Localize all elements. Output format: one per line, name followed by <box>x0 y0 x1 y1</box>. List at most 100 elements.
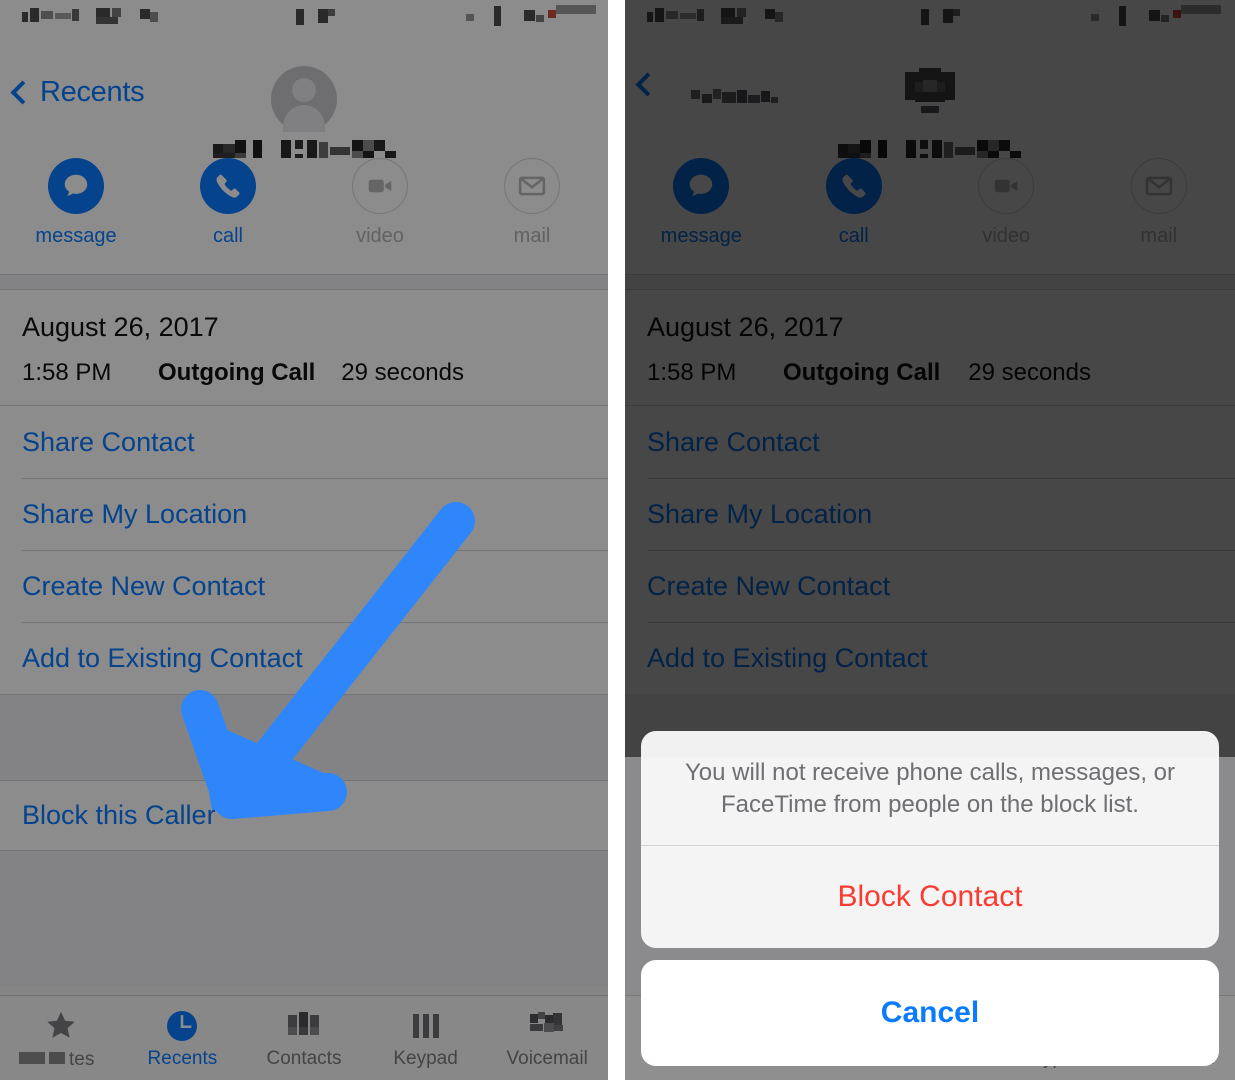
list-item-label: Share My Location <box>22 498 248 529</box>
tab-voicemail[interactable]: Voicemail <box>486 996 608 1080</box>
call-detail-section-right: August 26, 2017 1:58 PM Outgoing Call 29… <box>625 290 1235 405</box>
tab-favorites[interactable]: tes <box>0 996 122 1080</box>
block-this-caller-label: Block this Caller <box>22 800 216 830</box>
quick-action-video-label: video <box>356 225 404 247</box>
list-item-share-my-location[interactable]: Share My Location <box>0 478 608 550</box>
status-bar-right <box>625 0 1235 32</box>
call-duration: 29 seconds <box>968 359 1091 386</box>
phone-handset-icon <box>825 158 882 214</box>
favorites-label-redaction: tes <box>18 1049 94 1070</box>
status-bar-redaction <box>647 5 1221 26</box>
quick-action-video: video <box>930 158 1083 274</box>
block-contact-action-sheet: You will not receive phone calls, messag… <box>641 731 1219 1066</box>
quick-actions-right: message call video mail <box>625 158 1235 274</box>
phone-handset-icon <box>200 158 256 214</box>
status-bar-redaction <box>22 5 596 26</box>
quick-actions-left: message call video mail <box>0 158 608 274</box>
quick-action-call[interactable]: call <box>778 158 931 274</box>
quick-action-mail-label: mail <box>1140 225 1178 247</box>
star-icon <box>44 1006 78 1046</box>
call-date: August 26, 2017 <box>22 312 219 342</box>
call-date: August 26, 2017 <box>647 312 844 342</box>
back-label-redaction <box>691 89 778 103</box>
quick-action-video: video <box>304 158 456 274</box>
clock-icon <box>164 1006 200 1046</box>
phone-screen-left: Recents message call video mail August 2… <box>0 0 608 1080</box>
back-button-label: Recents <box>40 76 145 108</box>
tab-favorites-label: tes <box>13 1048 109 1076</box>
tab-recents[interactable]: Recents <box>122 996 244 1080</box>
quick-action-message[interactable]: message <box>0 158 152 274</box>
nav-bar-left: Recents <box>0 32 608 163</box>
list-item-share-contact[interactable]: Share Contact <box>625 406 1235 478</box>
tab-contacts[interactable]: Contacts <box>243 996 365 1080</box>
tab-contacts-label: Contacts <box>266 1048 342 1069</box>
list-item-create-new-contact[interactable]: Create New Contact <box>625 550 1235 622</box>
tab-keypad[interactable]: Keypad <box>365 996 487 1080</box>
list-item-label: Create New Contact <box>22 570 266 601</box>
quick-action-call[interactable]: call <box>152 158 304 274</box>
envelope-icon <box>504 158 560 214</box>
quick-action-mail-label: mail <box>513 225 551 247</box>
chevron-left-icon <box>10 80 35 105</box>
svg-text:tes: tes <box>69 1049 94 1070</box>
section-divider <box>0 274 608 290</box>
section-divider <box>625 274 1235 290</box>
call-time: 1:58 PM <box>647 359 737 386</box>
list-item-block-this-caller[interactable]: Block this Caller <box>0 780 608 851</box>
tab-voicemail-label: Voicemail <box>506 1048 588 1069</box>
screenshot-stage: Recents message call video mail August 2… <box>0 0 1235 1080</box>
message-bubble-icon <box>673 158 730 214</box>
list-item-label: Share Contact <box>22 426 195 457</box>
block-contact-button-label: Block Contact <box>837 880 1023 913</box>
quick-action-mail: mail <box>1083 158 1235 274</box>
call-detail-section-left: August 26, 2017 1:58 PM Outgoing Call 29… <box>0 290 608 405</box>
message-bubble-icon <box>48 158 104 214</box>
tab-recents-label: Recents <box>147 1048 218 1069</box>
cancel-button-label: Cancel <box>880 996 980 1029</box>
quick-action-video-label: video <box>982 225 1031 247</box>
tab-bar-left: tes Recents Contacts Keypad Voicemail <box>0 995 608 1080</box>
call-time: 1:58 PM <box>22 359 112 386</box>
list-item-label: Share My Location <box>647 498 873 529</box>
quick-action-mail: mail <box>456 158 608 274</box>
call-duration: 29 seconds <box>341 359 464 386</box>
list-item-share-contact[interactable]: Share Contact <box>0 406 608 478</box>
quick-action-message-label: message <box>660 225 742 247</box>
video-camera-icon <box>978 158 1035 214</box>
action-sheet-group: You will not receive phone calls, messag… <box>641 731 1219 948</box>
contacts-icon <box>286 1006 322 1046</box>
contact-actions-list-right: Share Contact Share My Location Create N… <box>625 405 1235 694</box>
chevron-left-icon <box>635 72 660 97</box>
quick-action-message[interactable]: message <box>625 158 778 274</box>
list-item-create-new-contact[interactable]: Create New Contact <box>0 550 608 622</box>
block-contact-button[interactable]: Block Contact <box>641 846 1219 948</box>
quick-action-call-label: call <box>838 225 869 247</box>
action-sheet-message: You will not receive phone calls, messag… <box>684 759 1176 819</box>
phone-screen-right: message call video mail August 26, 2017 … <box>625 0 1235 1080</box>
list-item-add-to-existing-contact[interactable]: Add to Existing Contact <box>625 622 1235 694</box>
list-item-label: Share Contact <box>647 426 820 457</box>
list-item-label: Add to Existing Contact <box>22 642 303 673</box>
cancel-button[interactable]: Cancel <box>641 960 1219 1066</box>
envelope-icon <box>1130 158 1187 214</box>
status-bar-left <box>0 0 608 32</box>
list-item-label: Add to Existing Contact <box>647 642 928 673</box>
list-item-share-my-location[interactable]: Share My Location <box>625 478 1235 550</box>
bottom-gap <box>0 851 608 986</box>
keypad-icon <box>410 1006 442 1046</box>
tab-keypad-label: Keypad <box>393 1048 458 1069</box>
list-item-add-to-existing-contact[interactable]: Add to Existing Contact <box>0 622 608 694</box>
call-type: Outgoing Call <box>783 359 941 386</box>
back-button-recents[interactable] <box>635 72 665 97</box>
contact-avatar-icon <box>271 66 337 132</box>
quick-action-message-label: message <box>35 225 117 247</box>
nav-bar-right <box>625 32 1235 163</box>
video-camera-icon <box>352 158 408 214</box>
list-item-label: Create New Contact <box>647 570 891 601</box>
call-type: Outgoing Call <box>158 359 316 386</box>
list-gap <box>0 694 608 780</box>
contact-actions-list-left: Share Contact Share My Location Create N… <box>0 405 608 694</box>
contact-avatar-icon <box>897 66 963 132</box>
back-button-recents[interactable]: Recents <box>10 76 145 109</box>
